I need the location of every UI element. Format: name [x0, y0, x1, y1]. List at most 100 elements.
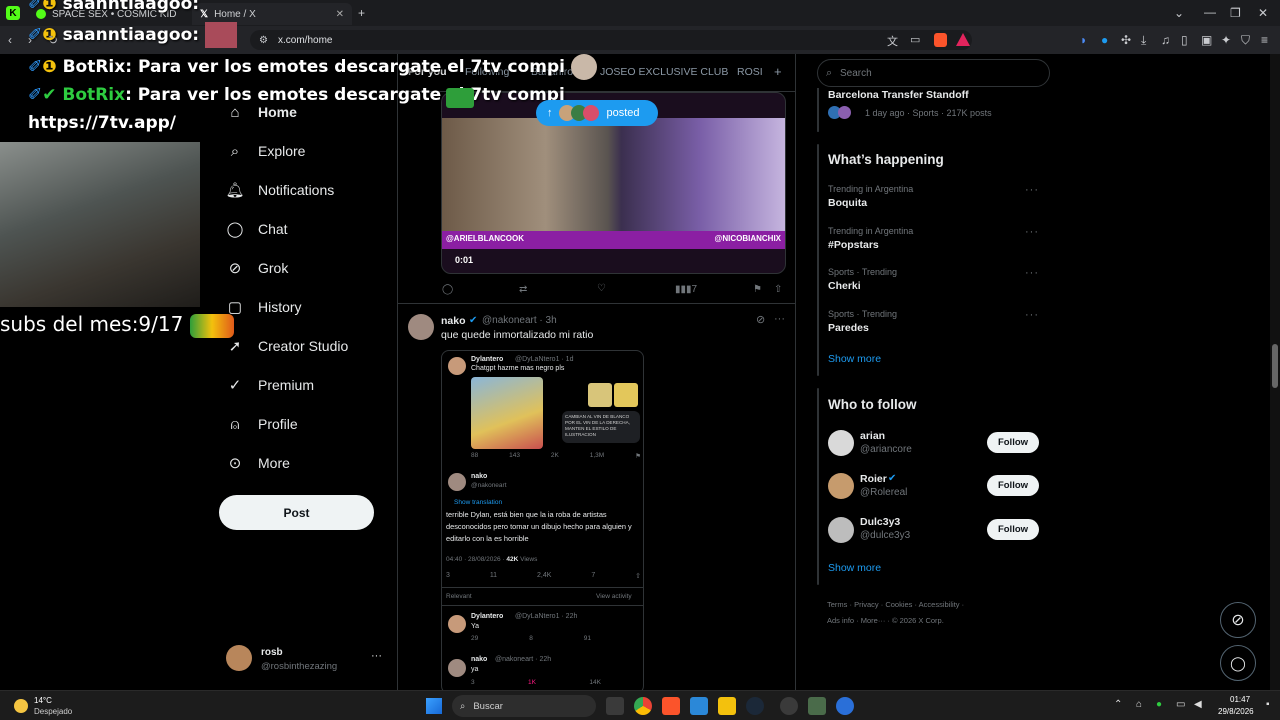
steam-icon[interactable]	[746, 697, 764, 715]
weather-icon[interactable]	[14, 699, 28, 713]
more-icon[interactable]: ···	[1025, 267, 1039, 279]
trend-item[interactable]: Cherki	[828, 280, 861, 292]
app-icon[interactable]	[808, 697, 826, 715]
site-settings-icon[interactable]: ⚙	[259, 35, 268, 46]
notification-icon[interactable]: ▪	[1266, 699, 1270, 710]
app-icon[interactable]	[780, 697, 798, 715]
embedded-screenshot[interactable]: Dylantero @DyLaNtero1 · 1d Chatgpt hazme…	[441, 350, 644, 690]
clock-time[interactable]: 01:47	[1230, 695, 1250, 704]
post-button[interactable]: Post	[219, 495, 374, 530]
task-view-icon[interactable]	[606, 697, 624, 715]
clock-date[interactable]: 29/8/2026	[1218, 707, 1254, 716]
folder-icon[interactable]	[718, 697, 736, 715]
more-icon[interactable]: ···	[1025, 309, 1039, 321]
cast-icon[interactable]: ▭	[910, 33, 920, 46]
story-title[interactable]: Barcelona Transfer Standoff	[828, 89, 969, 101]
avatar[interactable]	[828, 517, 854, 543]
back-icon[interactable]: ‹	[8, 33, 12, 47]
scrollbar-thumb[interactable]	[1272, 344, 1278, 388]
kick-icon[interactable]: K	[6, 6, 20, 20]
more-icon[interactable]: ···	[1025, 226, 1039, 238]
maximize-icon[interactable]: ❐	[1230, 6, 1241, 20]
sidebar-item-profile[interactable]: ⍝ Profile	[226, 412, 297, 436]
account-switcher[interactable]: rosb @rosbinthezazing ···	[226, 645, 386, 675]
puzzle-icon[interactable]: ✣	[1121, 33, 1131, 47]
more-icon[interactable]: ···	[371, 650, 382, 662]
chat-fab-icon[interactable]: ◯	[1220, 645, 1256, 681]
tray-chevron-icon[interactable]: ⌃	[1114, 699, 1122, 710]
sidebar-item-more[interactable]: ⊙ More	[226, 451, 290, 475]
brave-shield-icon[interactable]	[934, 33, 947, 47]
brave-icon[interactable]	[662, 697, 680, 715]
avatar[interactable]	[408, 314, 434, 340]
sidebar-item-creator-studio[interactable]: ➚ Creator Studio	[226, 334, 349, 358]
reply-icon[interactable]: ◯	[442, 284, 453, 295]
windows-start-icon[interactable]	[426, 698, 442, 714]
minimize-icon[interactable]: —	[1204, 5, 1216, 19]
volume-icon[interactable]: ◀	[1194, 699, 1202, 710]
sidebar-item-grok[interactable]: ⊘ Grok	[226, 256, 289, 280]
new-tab-icon[interactable]: +	[358, 6, 365, 20]
grok-icon[interactable]: ⊘	[756, 313, 765, 326]
like-icon[interactable]: ♡	[597, 283, 606, 294]
window-close-icon[interactable]: ✕	[1258, 6, 1268, 20]
search-input[interactable]: ⌕ Search	[817, 59, 1050, 87]
trend-item[interactable]: #Popstars	[828, 239, 879, 251]
sidebar-item-chat[interactable]: ◯ Chat	[226, 217, 288, 241]
follow-button[interactable]: Follow	[987, 432, 1039, 453]
follow-button[interactable]: Follow	[987, 475, 1039, 496]
brave-rewards-icon[interactable]	[956, 33, 970, 46]
extension-icon[interactable]: ◗	[1080, 33, 1087, 47]
new-posts-pill[interactable]: ↑ posted	[536, 100, 658, 126]
follow-name[interactable]: Dulc3y3	[860, 516, 900, 528]
close-icon[interactable]: ✕	[336, 9, 344, 20]
follow-button[interactable]: Follow	[987, 519, 1039, 540]
extension-icon[interactable]: ●	[1101, 33, 1108, 47]
leo-icon[interactable]: ✦	[1221, 33, 1231, 47]
trend-item[interactable]: Boquita	[828, 197, 867, 209]
download-icon[interactable]: ⤓	[1141, 33, 1146, 48]
follow-name[interactable]: arian	[860, 430, 885, 442]
add-tab-icon[interactable]: +	[774, 64, 782, 79]
music-icon[interactable]: ♫	[1161, 33, 1170, 47]
more-icon[interactable]: ···	[1025, 184, 1039, 196]
vpn-icon[interactable]: ⛉	[1241, 33, 1250, 48]
tab-rosi[interactable]: ROSI	[737, 66, 763, 78]
sidebar-item-history[interactable]: ▢ History	[226, 295, 302, 319]
store-icon[interactable]	[690, 697, 708, 715]
wallet-icon[interactable]: ▣	[1201, 33, 1212, 47]
translate-icon[interactable]: 文	[887, 33, 898, 49]
sidebar-item-notifications[interactable]: 🔔︎ Notifications	[225, 178, 334, 202]
bookmark-icon[interactable]: ⚑	[753, 284, 762, 295]
more-icon[interactable]: ···	[774, 313, 785, 325]
share-icon[interactable]: ⇧	[774, 284, 782, 295]
avatar[interactable]	[828, 473, 854, 499]
repost-icon[interactable]: ⇄	[519, 284, 527, 295]
trend-item[interactable]: Paredes	[828, 322, 869, 334]
follow-name[interactable]: Roier	[860, 473, 887, 485]
url-field[interactable]: ⚙ x.com/home	[250, 30, 972, 50]
network-icon[interactable]: ▭	[1176, 699, 1185, 710]
show-more-link[interactable]: Show more	[828, 562, 881, 574]
show-more-link[interactable]: Show more	[828, 353, 881, 365]
footer-links[interactable]: Terms · Privacy · Cookies · Accessibilit…	[827, 600, 964, 609]
author-handle[interactable]: @nakoneart · 3h	[482, 315, 557, 326]
taskbar-search[interactable]: ⌕ Buscar	[452, 695, 596, 717]
sidebar-icon[interactable]: ▯	[1181, 33, 1188, 47]
sidebar-item-explore[interactable]: ⌕ Explore	[226, 139, 306, 163]
avatar[interactable]	[828, 430, 854, 456]
footer-links[interactable]: Ads info · More··· · © 2026 X Corp.	[827, 616, 944, 625]
grok-fab-icon[interactable]: ⊘	[1220, 602, 1256, 638]
tab-joseo[interactable]: JOSEO EXCLUSIVE CLUB	[600, 66, 728, 78]
sidebar-item-premium[interactable]: ✓ Premium	[226, 373, 314, 397]
scrollbar[interactable]	[1270, 54, 1280, 690]
views-icon[interactable]: ▮▮▮ 7	[675, 284, 697, 295]
author-name[interactable]: nako	[441, 315, 466, 327]
chrome-icon[interactable]	[634, 697, 652, 715]
chevron-down-icon[interactable]: ⌄	[1174, 6, 1184, 20]
mic-icon[interactable]: ●	[1156, 699, 1162, 710]
tray-icon[interactable]: ⌂	[1136, 699, 1142, 710]
news-card[interactable]	[817, 88, 819, 132]
app-icon[interactable]	[836, 697, 854, 715]
menu-icon[interactable]: ≡	[1261, 33, 1268, 47]
